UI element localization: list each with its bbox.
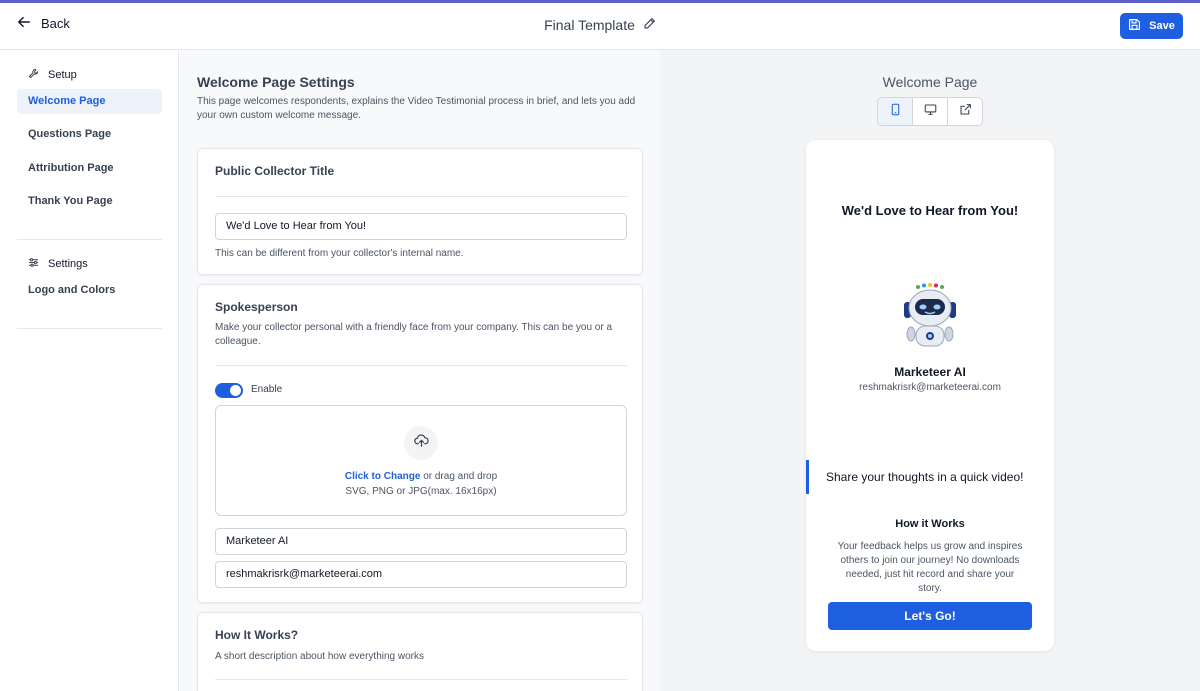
- sidebar: Setup Welcome Page Questions Page Attrib…: [0, 50, 179, 691]
- save-icon: [1128, 18, 1141, 34]
- upload-instruction-text: or drag and drop: [420, 471, 498, 482]
- spokesperson-description: Make your collector personal with a frie…: [215, 322, 613, 347]
- public-title-input[interactable]: We'd Love to Hear from You!: [215, 213, 627, 240]
- public-title-heading: Public Collector Title: [215, 164, 335, 178]
- sidebar-divider: [17, 239, 162, 240]
- card-divider: [215, 679, 627, 680]
- click-to-change-link[interactable]: Click to Change: [345, 471, 421, 482]
- upload-cloud-icon: [413, 433, 429, 453]
- preview-how-description: Your feedback helps us grow and inspires…: [837, 541, 1023, 594]
- public-title-helper: This can be different from your collecto…: [215, 248, 464, 259]
- back-label: Back: [41, 16, 70, 31]
- settings-title: Welcome Page Settings: [197, 74, 355, 90]
- spokesperson-enable-toggle[interactable]: [215, 383, 243, 398]
- spokesperson-avatar: [898, 282, 962, 352]
- upload-icon-circle: [404, 426, 438, 460]
- preview-share-message: Share your thoughts in a quick video!: [806, 460, 1054, 494]
- preview-panel: Welcome Page We'd Love to Hear from You!: [660, 50, 1200, 691]
- desktop-view-button[interactable]: [913, 98, 948, 125]
- template-title-text: Final Template: [544, 17, 635, 33]
- preview-heading: We'd Love to Hear from You!: [841, 203, 1019, 218]
- sliders-icon: [28, 257, 39, 271]
- arrow-left-icon: [17, 15, 31, 32]
- preview-title: Welcome Page: [882, 74, 978, 90]
- sidebar-item-welcome-page[interactable]: Welcome Page: [17, 89, 162, 114]
- card-divider: [215, 196, 627, 197]
- preview-spokesperson-email: reshmakrisrk@marketeerai.com: [859, 382, 1001, 393]
- sidebar-item-attribution-page[interactable]: Attribution Page: [17, 156, 162, 181]
- mobile-icon: [889, 103, 902, 121]
- save-label: Save: [1149, 20, 1175, 32]
- sidebar-item-thank-you-page[interactable]: Thank You Page: [17, 189, 162, 214]
- external-link-icon: [959, 103, 972, 121]
- enable-label: Enable: [251, 384, 283, 395]
- spokesperson-email-input[interactable]: reshmakrisrk@marketeerai.com: [215, 561, 627, 588]
- wrench-icon: [28, 68, 39, 82]
- template-title[interactable]: Final Template: [544, 17, 656, 33]
- spokesperson-name-input[interactable]: Marketeer AI: [215, 528, 627, 555]
- upload-hint: SVG, PNG or JPG(max. 16x16px): [345, 486, 497, 497]
- desktop-icon: [924, 103, 937, 121]
- how-it-works-card: How It Works? A short description about …: [197, 612, 643, 691]
- card-divider: [215, 365, 627, 366]
- avatar-upload-dropzone[interactable]: Click to Change or drag and drop SVG, PN…: [215, 405, 627, 516]
- settings-heading: Settings: [28, 257, 88, 271]
- save-button[interactable]: Save: [1120, 13, 1183, 39]
- sidebar-item-logo-and-colors[interactable]: Logo and Colors: [17, 278, 162, 303]
- setup-heading-label: Setup: [48, 69, 77, 81]
- pencil-icon[interactable]: [643, 17, 656, 33]
- settings-subtitle: This page welcomes respondents, explains…: [197, 96, 636, 121]
- how-it-works-heading: How It Works?: [215, 628, 299, 642]
- preview-how-title: How it Works: [895, 518, 965, 530]
- open-preview-button[interactable]: [948, 98, 982, 125]
- preview-spokesperson-name: Marketeer AI: [894, 365, 966, 379]
- sidebar-divider: [17, 328, 162, 329]
- settings-heading-label: Settings: [48, 258, 88, 270]
- preview-view-switcher: [877, 97, 983, 126]
- upload-instruction: Click to Change or drag and drop: [216, 471, 626, 482]
- back-button[interactable]: Back: [17, 15, 70, 32]
- lets-go-button[interactable]: Let's Go!: [828, 602, 1032, 630]
- header: Back Final Template Save: [0, 3, 1200, 50]
- settings-panel: Welcome Page Settings This page welcomes…: [180, 50, 660, 691]
- spokesperson-heading: Spokesperson: [215, 300, 298, 314]
- setup-heading: Setup: [28, 68, 77, 82]
- sidebar-item-questions-page[interactable]: Questions Page: [17, 122, 162, 147]
- mobile-view-button[interactable]: [878, 98, 913, 125]
- spokesperson-card: Spokesperson Make your collector persona…: [197, 284, 643, 603]
- mobile-preview-frame: We'd Love to Hear from You! Marketeer AI…: [806, 140, 1054, 651]
- how-it-works-description: A short description about how everything…: [215, 651, 424, 662]
- public-title-card: Public Collector Title We'd Love to Hear…: [197, 148, 643, 275]
